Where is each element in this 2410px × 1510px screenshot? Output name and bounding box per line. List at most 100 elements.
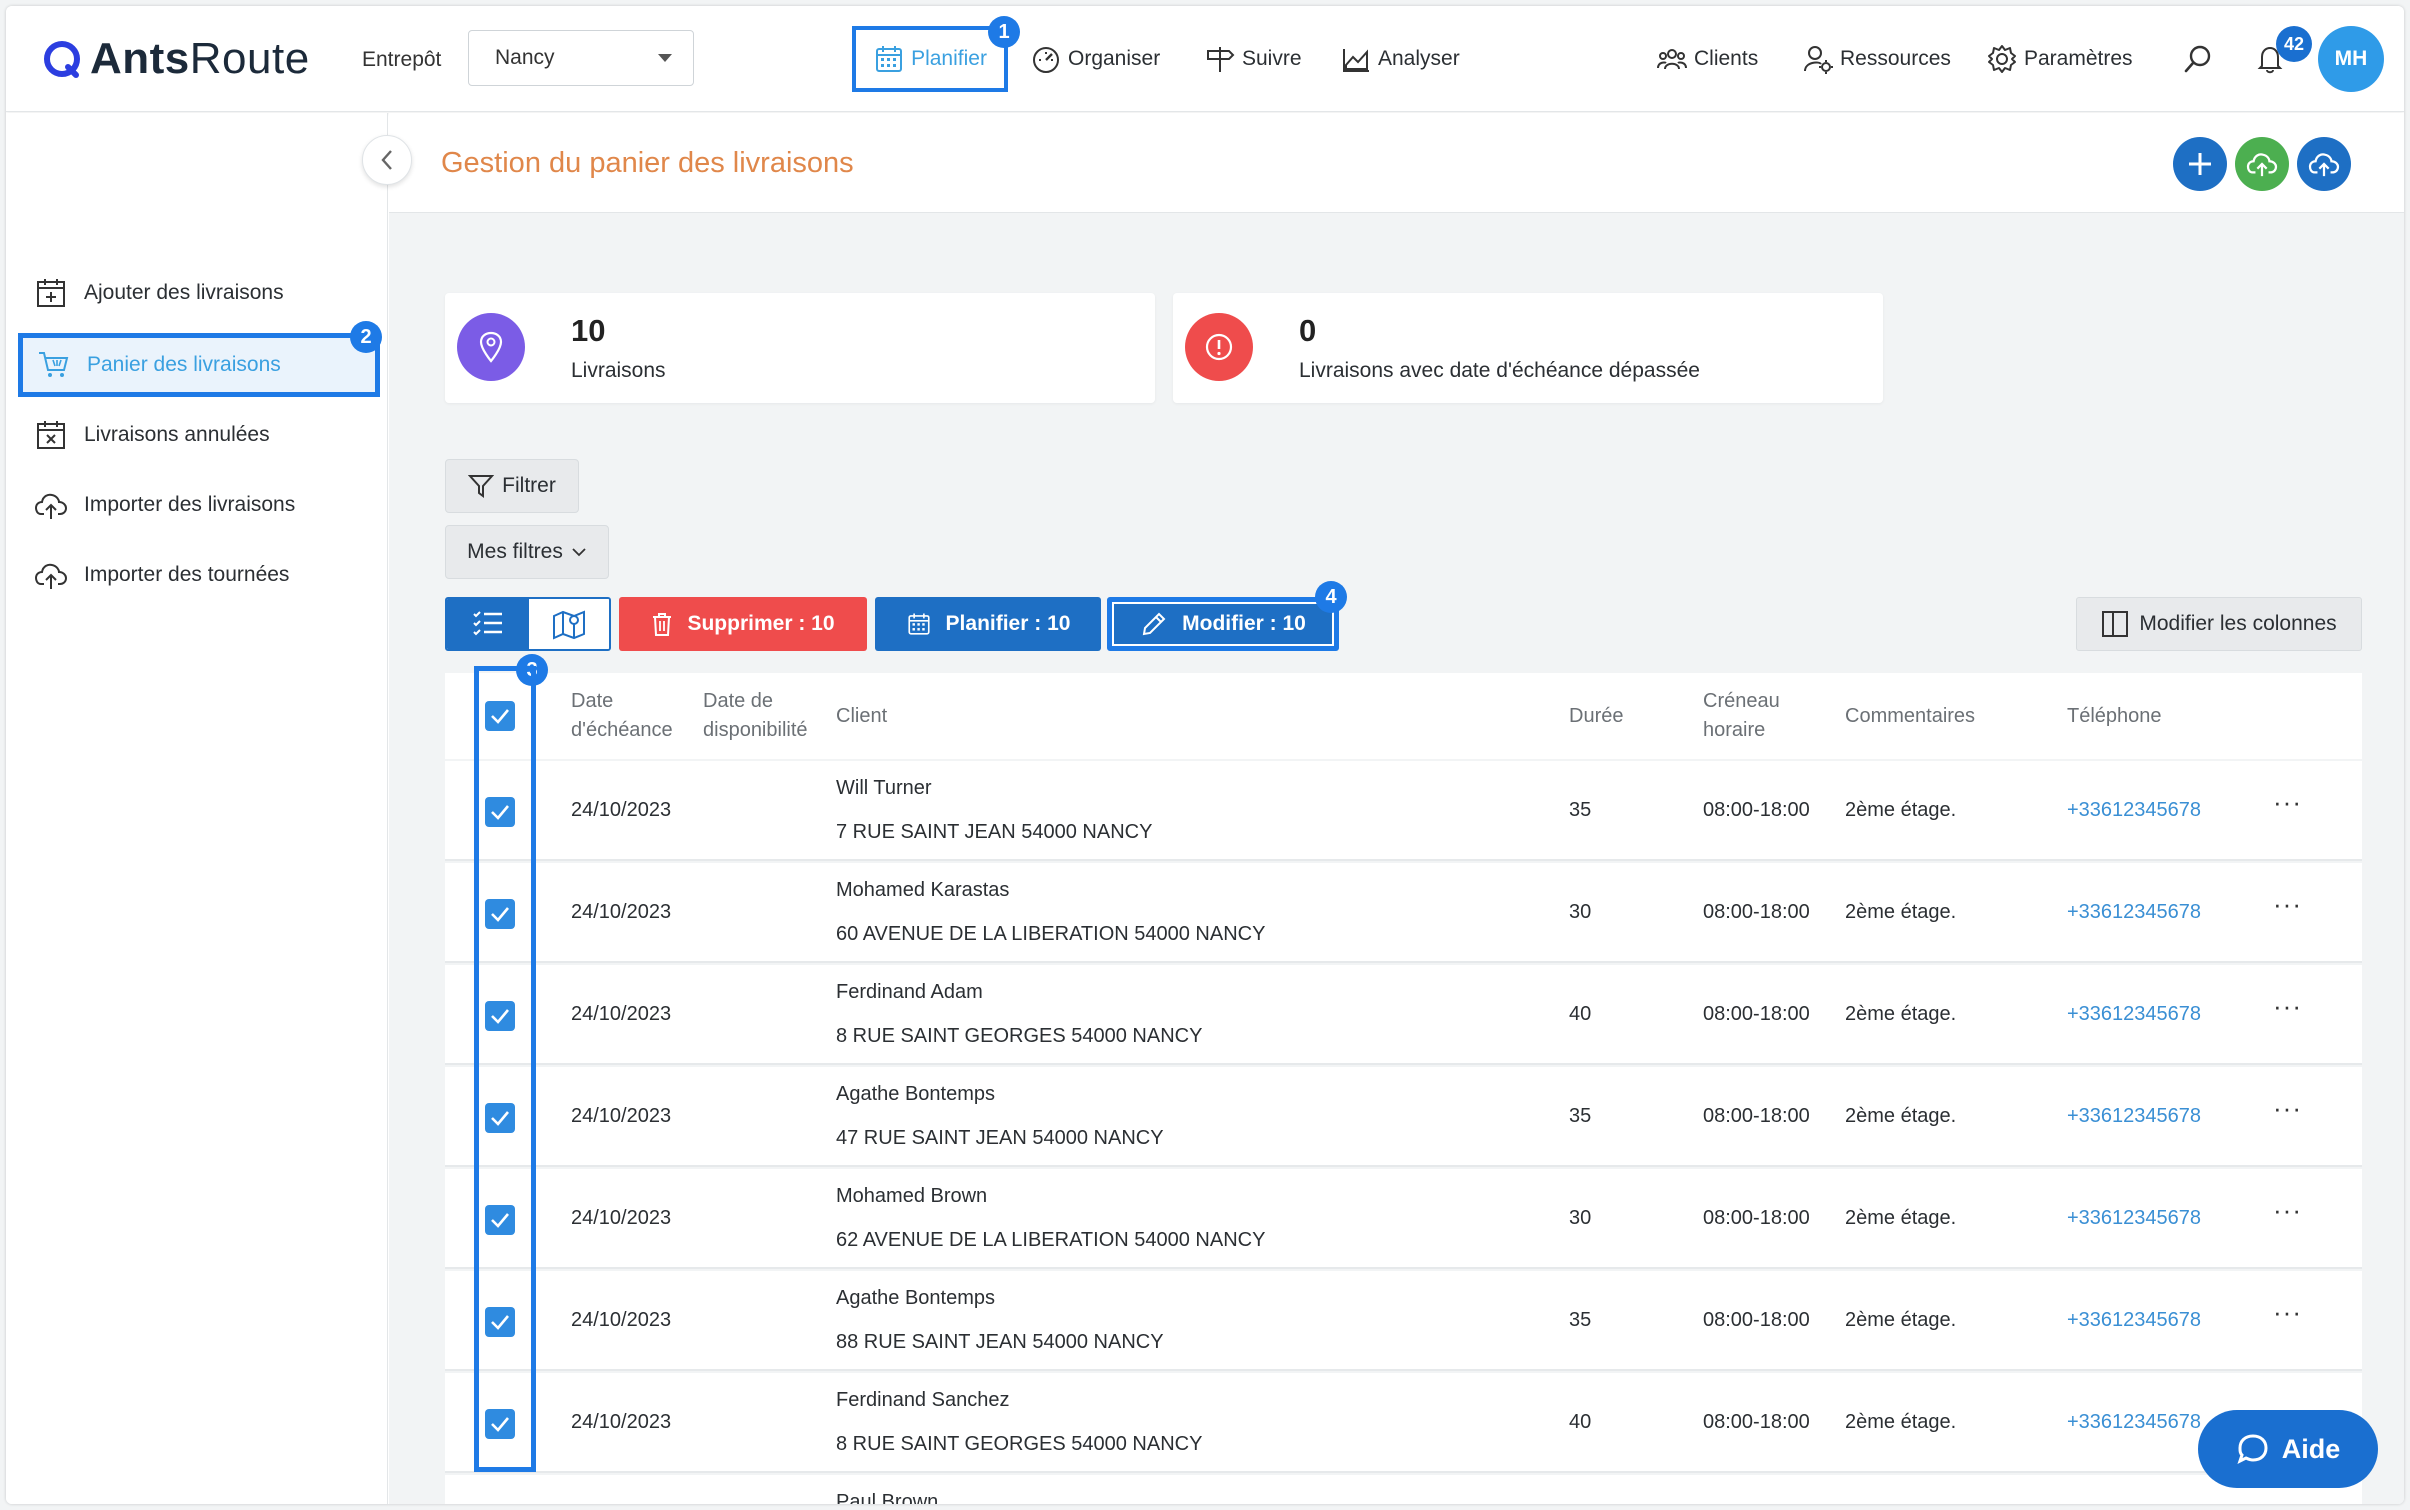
cell-phone[interactable]: +33612345678 [2067, 901, 2201, 924]
my-filters-label: Mes filtres [467, 540, 563, 563]
nav-ressources[interactable]: Ressources [1802, 42, 1951, 76]
sidebar-item-import-tours[interactable]: Importer des tournées [34, 555, 289, 595]
table-row[interactable]: 24/10/2023 Mohamed Brown 62 AVENUE DE LA L… [445, 1169, 2362, 1269]
cell-due-date: 24/10/2023 [571, 1105, 672, 1127]
upload-blue-button[interactable] [2297, 137, 2351, 191]
edit-selected-button[interactable]: Modifier : 10 [1107, 597, 1339, 651]
nav-planifier[interactable]: Planifier [852, 26, 1008, 92]
list-view-button[interactable] [447, 599, 529, 649]
row-checkbox[interactable] [485, 1001, 515, 1031]
cell-phone[interactable]: +33612345678 [2067, 1309, 2201, 1332]
pencil-icon [1142, 612, 1166, 636]
nav-organiser[interactable]: Organiser [1030, 42, 1160, 76]
column-header-slot[interactable]: Créneau horaire [1703, 687, 1780, 745]
map-icon [553, 610, 585, 640]
plus-icon [2189, 153, 2211, 175]
delete-selected-button[interactable]: Supprimer : 10 [619, 597, 867, 651]
row-more-menu-icon[interactable]: ··· [2273, 1195, 2302, 1226]
funnel-icon [468, 475, 495, 498]
cell-client-name: Paul Brown [836, 1491, 939, 1504]
sidebar-item-add-deliveries[interactable]: Ajouter des livraisons [34, 273, 284, 313]
cell-slot: 08:00-18:00 [1703, 901, 1810, 923]
row-more-menu-icon[interactable]: ··· [2273, 991, 2302, 1022]
plan-selected-button[interactable]: Planifier : 10 [875, 597, 1101, 651]
search-button[interactable] [2182, 42, 2214, 76]
warehouse-value: Nancy [495, 46, 555, 69]
annotation-badge-2: 2 [350, 321, 382, 353]
cell-client-name: Agathe Bontemps [836, 1083, 995, 1105]
check-icon [491, 1417, 509, 1432]
add-button[interactable] [2173, 137, 2227, 191]
row-more-menu-icon[interactable]: ··· [2273, 1297, 2302, 1328]
table-row[interactable]: Paul Brown [445, 1475, 2362, 1504]
column-header-duration[interactable]: Durée [1569, 702, 1623, 731]
table-row[interactable]: 24/10/2023 Ferdinand Sanchez 8 RUE SAINT G… [445, 1373, 2362, 1473]
table-row[interactable]: 24/10/2023 Mohamed Karastas 60 AVENUE DE L… [445, 863, 2362, 963]
user-gear-icon [1804, 46, 1833, 74]
row-more-menu-icon[interactable]: ··· [2273, 787, 2302, 818]
nav-organiser-label: Organiser [1068, 47, 1161, 70]
cell-phone[interactable]: +33612345678 [2067, 1207, 2201, 1230]
column-header-due-date[interactable]: Date d'échéance [571, 687, 673, 745]
my-filters-dropdown[interactable]: Mes filtres [445, 525, 609, 579]
nav-clients[interactable]: Clients [1656, 42, 1758, 76]
page-header: Gestion du panier des livraisons [389, 113, 2404, 213]
table-row[interactable]: 24/10/2023 Ferdinand Adam 8 RUE SAINT GEOR… [445, 965, 2362, 1065]
table-row[interactable]: 24/10/2023 Agathe Bontemps 88 RUE SAINT JE… [445, 1271, 2362, 1371]
cell-duration: 35 [1569, 799, 1592, 821]
table-row[interactable]: 24/10/2023 Will Turner 7 RUE SAINT JEAN 54… [445, 761, 2362, 861]
avatar[interactable]: MH [2318, 26, 2384, 92]
cell-slot: 08:00-18:00 [1703, 1309, 1810, 1331]
stat-card-overdue: 0 Livraisons avec date d'échéance dépass… [1173, 293, 1883, 403]
upload-green-button[interactable] [2235, 137, 2289, 191]
cell-phone[interactable]: +33612345678 [2067, 1003, 2201, 1026]
cell-client-name: Ferdinand Adam [836, 981, 983, 1003]
nav-planifier-label: Planifier [911, 47, 987, 70]
select-all-checkbox[interactable] [485, 701, 515, 731]
collapse-sidebar-button[interactable] [362, 135, 412, 185]
sidebar-item-delivery-basket[interactable]: Panier des livraisons [18, 333, 380, 397]
caret-down-icon [658, 54, 672, 62]
antsroute-logo[interactable]: AntsRoute [42, 34, 310, 84]
cell-duration: 30 [1569, 1207, 1592, 1229]
row-more-menu-icon[interactable]: ··· [2273, 1093, 2302, 1124]
row-more-menu-icon[interactable]: ··· [2273, 889, 2302, 920]
row-checkbox[interactable] [485, 1103, 515, 1133]
brand-name: AntsRoute [90, 34, 310, 83]
sidebar-item-label: Importer des livraisons [84, 493, 296, 516]
nav-suivre[interactable]: Suivre [1204, 42, 1302, 76]
column-header-availability[interactable]: Date de disponibilité [703, 687, 808, 745]
edit-columns-button[interactable]: Modifier les colonnes [2076, 597, 2362, 651]
app-window: AntsRoute Entrepôt Nancy Planifier 1 Org… [6, 6, 2404, 1504]
cell-due-date: 24/10/2023 [571, 799, 672, 821]
edit-columns-label: Modifier les colonnes [2139, 612, 2337, 635]
row-checkbox[interactable] [485, 899, 515, 929]
column-header-comments[interactable]: Commentaires [1845, 702, 1975, 731]
nav-parametres[interactable]: Paramètres [1986, 42, 2133, 76]
sidebar-item-import-deliveries[interactable]: Importer des livraisons [34, 485, 295, 525]
row-checkbox[interactable] [485, 1409, 515, 1439]
cell-comment: 2ème étage. [1845, 1207, 1957, 1229]
nav-analyser[interactable]: Analyser [1340, 42, 1460, 76]
column-header-client[interactable]: Client [836, 702, 887, 731]
chevron-down-icon [572, 548, 586, 557]
cell-phone[interactable]: +33612345678 [2067, 1105, 2201, 1128]
table-row[interactable]: 24/10/2023 Agathe Bontemps 47 RUE SAINT JE… [445, 1067, 2362, 1167]
cell-phone[interactable]: +33612345678 [2067, 1411, 2201, 1434]
sidebar-item-label: Importer des tournées [84, 563, 290, 586]
cell-comment: 2ème étage. [1845, 1003, 1957, 1025]
filter-button[interactable]: Filtrer [445, 459, 579, 513]
row-checkbox[interactable] [485, 797, 515, 827]
help-button[interactable]: Aide [2198, 1410, 2378, 1488]
annotation-badge-4: 4 [1315, 581, 1347, 613]
row-checkbox[interactable] [485, 1205, 515, 1235]
cell-due-date: 24/10/2023 [571, 1207, 672, 1229]
column-header-phone[interactable]: Téléphone [2067, 702, 2162, 731]
map-view-button[interactable] [529, 599, 609, 649]
cell-phone[interactable]: +33612345678 [2067, 799, 2201, 822]
sidebar-item-cancelled[interactable]: Livraisons annulées [34, 415, 270, 455]
cell-comment: 2ème étage. [1845, 1309, 1957, 1331]
warehouse-select[interactable]: Nancy [468, 30, 694, 86]
row-checkbox[interactable] [485, 1307, 515, 1337]
check-icon [491, 1315, 509, 1330]
